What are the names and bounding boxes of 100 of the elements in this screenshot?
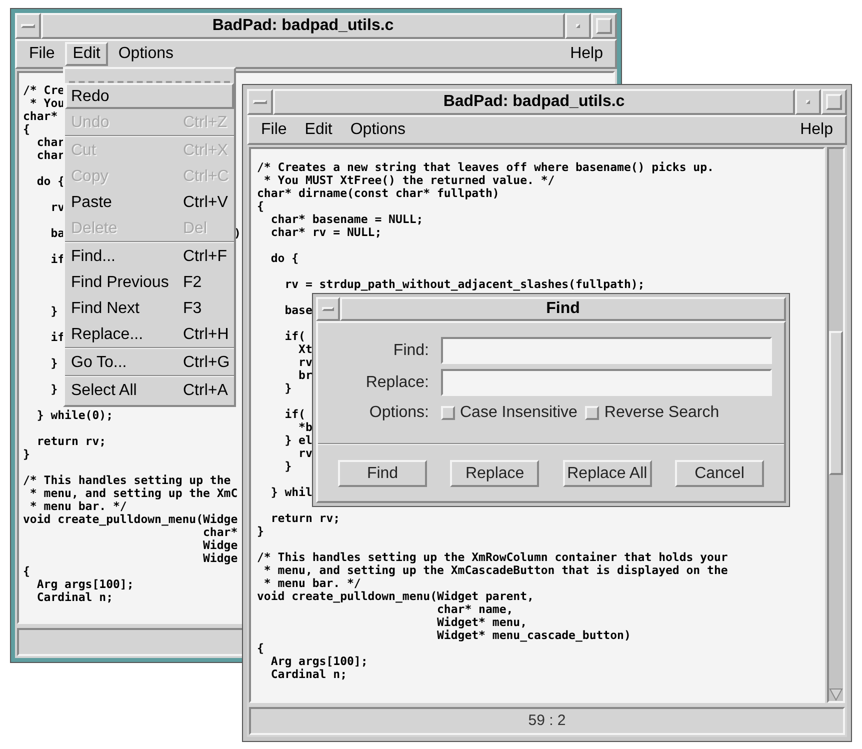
code-line: Cardinal n;: [270, 667, 348, 681]
code-line: char* dirname(const char* fullpath): [257, 186, 500, 200]
scrollbar[interactable]: [827, 147, 845, 703]
code-line: * You: [28, 97, 65, 110]
code-line: Widget* menu_cascade_button): [436, 628, 631, 642]
input-field[interactable]: [441, 369, 772, 396]
maximize-button[interactable]: [591, 13, 617, 39]
code-line: return rv;: [36, 435, 106, 448]
code-line: Widget* menu,: [436, 615, 528, 629]
field-label: Options:: [368, 403, 429, 423]
minimize-button[interactable]: [565, 13, 591, 39]
input-field[interactable]: [441, 337, 772, 364]
menu-item[interactable]: Find Previous F2: [65, 269, 234, 295]
code-line: Xt: [298, 342, 312, 356]
dash-icon: [322, 307, 334, 311]
checkbox[interactable]: [441, 406, 455, 420]
code-line: /* Creates a new string that leaves off where basename() picks up.: [257, 160, 714, 174]
dialog-title: Find: [340, 297, 786, 321]
code-line: } whil: [270, 485, 312, 499]
menu-item[interactable]: Redo: [65, 83, 234, 109]
code-line: rv: [298, 446, 312, 460]
code-line: }: [50, 357, 58, 370]
code-line: char: [36, 149, 65, 162]
code-line: * menu, and setting up the XmCascadeButton that is displayed on the: [262, 563, 728, 577]
square-icon: [826, 94, 842, 110]
dash-icon: [253, 100, 267, 104]
code-line: Arg args[100];: [36, 578, 134, 591]
menu-title[interactable]: Help: [792, 118, 841, 142]
checkbox-label: Reverse Search: [604, 403, 720, 423]
code-line: char* rv = NULL;: [270, 225, 382, 239]
code-line: char: [36, 136, 65, 149]
checkbox-label: Case Insensitive: [460, 403, 578, 423]
code-line: char* basename = NULL;: [270, 212, 424, 226]
code-line: Widge: [202, 552, 238, 565]
code-line: {: [23, 565, 30, 578]
code-line: *b: [298, 420, 312, 434]
menu-title[interactable]: Edit: [296, 118, 340, 142]
menu-title[interactable]: Options: [342, 118, 414, 142]
code-line: /* This handles setting up the XmRowColumn container that holds your: [257, 550, 728, 564]
code-line: Widge: [202, 539, 238, 552]
code-line: do {: [270, 251, 299, 265]
window-title: BadPad: badpad_utils.c: [273, 89, 795, 115]
code-line: * menu bar. */: [262, 576, 361, 590]
menu-item[interactable]: Select All Ctrl+A: [65, 377, 234, 403]
checkbox[interactable]: [585, 406, 600, 420]
dialog-button[interactable]: Replace All: [562, 460, 652, 486]
down-arrow-icon[interactable]: [829, 687, 843, 701]
menu-item[interactable]: Replace... Ctrl+H: [65, 321, 234, 347]
menu-item[interactable]: Find... Ctrl+F: [65, 243, 234, 269]
dash-icon: [21, 24, 35, 28]
code-line: {: [23, 123, 30, 136]
code-line: /* This handles setting up the: [23, 474, 231, 487]
code-line: }: [257, 524, 264, 538]
code-line: if: [50, 253, 65, 266]
code-line: char*: [203, 526, 238, 539]
window-menu-button[interactable]: [15, 13, 41, 39]
dialog-button[interactable]: Replace: [450, 460, 540, 486]
code-line: void create_pulldown_menu(Widget parent,: [257, 589, 534, 603]
code-line: }: [284, 381, 292, 395]
code-line: rv = strdup_path_without_adjacent_slashes(fullpath);: [284, 277, 645, 291]
code-line: {: [257, 199, 264, 213]
code-line: if: [50, 331, 65, 344]
code-line: char* name,: [437, 602, 514, 616]
menu-title[interactable]: Edit: [64, 42, 108, 66]
code-line: if(: [284, 329, 306, 343]
menu-item[interactable]: Go To... Ctrl+G: [65, 349, 234, 375]
maximize-button[interactable]: [821, 89, 847, 115]
code-line: }: [284, 459, 292, 473]
code-line: do {: [36, 175, 65, 188]
window-title: BadPad: badpad_utils.c: [41, 13, 565, 39]
field-label: Replace:: [364, 372, 429, 392]
code-line: rv: [298, 355, 312, 369]
window-menu-button[interactable]: [247, 89, 273, 115]
code-line: char*: [23, 110, 58, 123]
code-line: return rv;: [270, 511, 340, 525]
code-line: {: [257, 641, 264, 655]
dialog-button[interactable]: Cancel: [674, 460, 764, 486]
square-icon: [596, 18, 612, 34]
code-line: }: [50, 305, 58, 318]
menu-item[interactable]: Find Next F3: [65, 295, 234, 321]
dialog-button[interactable]: Find: [338, 460, 427, 486]
menu-item[interactable]: Paste Ctrl+V: [65, 189, 234, 215]
code-line: Arg args[100];: [270, 654, 368, 668]
code-line: }: [50, 383, 58, 396]
cursor-position: 59 : 2: [528, 710, 566, 731]
code-line: * menu bar. */: [28, 500, 127, 513]
code-line: if(: [284, 407, 306, 421]
code-line: Cardinal n;: [36, 591, 114, 604]
code-line: * You MUST XtFree() the returned value. */: [262, 173, 555, 187]
code-line: void create_pulldown_menu(Widge: [23, 513, 238, 526]
minimize-button[interactable]: [795, 89, 821, 115]
menu-title[interactable]: File: [21, 42, 63, 66]
code-line: }: [23, 448, 30, 461]
code-line: } el: [284, 433, 312, 447]
code-line: br: [298, 368, 312, 382]
menu-title[interactable]: Options: [110, 42, 182, 66]
menu-title[interactable]: File: [253, 118, 295, 142]
menu-title[interactable]: Help: [562, 42, 611, 66]
scrollbar-thumb[interactable]: [829, 331, 843, 475]
window-menu-button[interactable]: [316, 297, 340, 321]
